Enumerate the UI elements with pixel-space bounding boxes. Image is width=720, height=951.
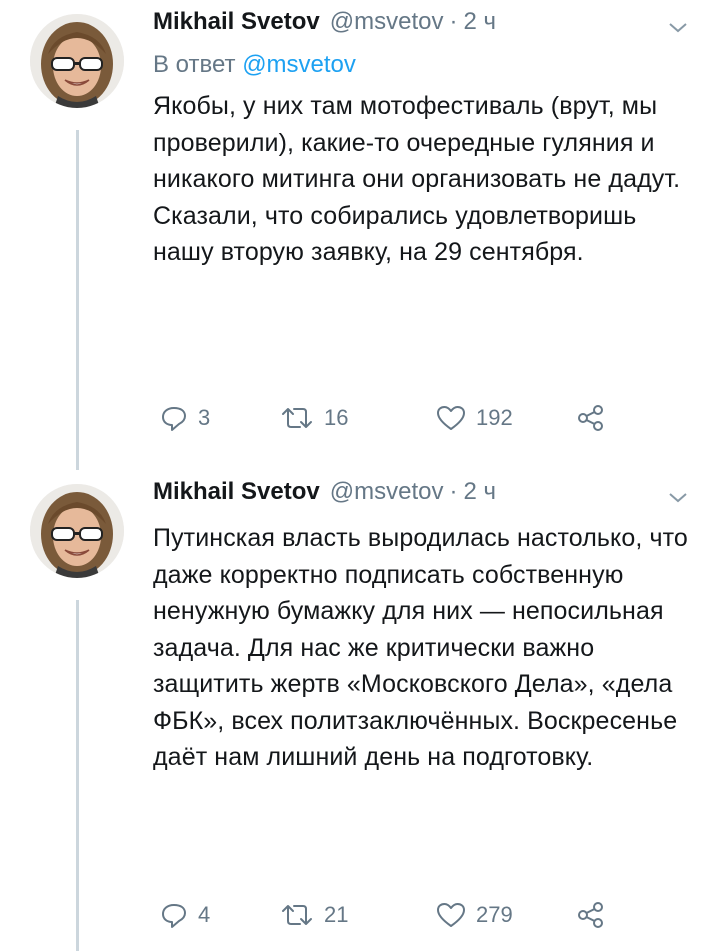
like-count: 279 [476, 902, 513, 927]
reply-count: 3 [198, 405, 211, 430]
tweet-header: Mikhail Svetov @msvetov · 2 ч [153, 8, 690, 48]
share-icon [578, 902, 603, 928]
avatar[interactable] [30, 484, 124, 578]
avatar[interactable] [30, 14, 124, 108]
tweet[interactable]: Mikhail Svetov @msvetov · 2 ч В ответ @m… [0, 0, 720, 470]
share-button[interactable] [576, 900, 606, 930]
reply-count: 4 [198, 902, 211, 927]
tweet-actions: 4 21 279 [160, 895, 606, 935]
share-icon [578, 405, 603, 431]
reply-mention-link[interactable]: @msvetov [242, 51, 356, 78]
retweet-icon [282, 905, 312, 925]
author-handle[interactable]: @msvetov [330, 8, 444, 36]
like-count: 192 [476, 405, 513, 430]
reply-to-line: В ответ @msvetov [153, 48, 690, 86]
author-name[interactable]: Mikhail Svetov [153, 8, 320, 36]
separator-dot: · [449, 8, 458, 35]
tweet-text: Якобы, у них там мотофестиваль (врут, мы… [153, 92, 681, 266]
author-handle[interactable]: @msvetov [330, 478, 444, 506]
timestamp[interactable]: 2 ч [463, 478, 496, 506]
reply-icon [162, 904, 186, 928]
reply-button[interactable]: 3 [160, 404, 280, 432]
chevron-down-icon[interactable] [666, 16, 690, 40]
tweet-header: Mikhail Svetov @msvetov · 2 ч [153, 478, 690, 518]
chevron-down-icon[interactable] [666, 486, 690, 510]
tweet-actions: 3 16 192 [160, 398, 606, 438]
share-button[interactable] [576, 403, 606, 433]
timestamp[interactable]: 2 ч [463, 8, 496, 36]
author-name[interactable]: Mikhail Svetov [153, 478, 320, 506]
reply-icon [162, 407, 186, 431]
heart-icon [437, 903, 465, 927]
retweet-count: 16 [324, 405, 349, 430]
tweet[interactable]: Mikhail Svetov @msvetov · 2 ч Путинская … [0, 470, 720, 951]
tweet-text: Путинская власть выродилась настолько, ч… [153, 524, 688, 771]
retweet-button[interactable]: 16 [280, 404, 436, 432]
retweet-button[interactable]: 21 [280, 901, 436, 929]
retweet-count: 21 [324, 902, 349, 927]
heart-icon [437, 406, 465, 430]
reply-button[interactable]: 4 [160, 901, 280, 929]
reply-prefix: В ответ [153, 51, 236, 78]
separator-dot: · [449, 478, 458, 505]
retweet-icon [282, 408, 312, 428]
like-button[interactable]: 279 [436, 901, 576, 929]
like-button[interactable]: 192 [436, 404, 576, 432]
